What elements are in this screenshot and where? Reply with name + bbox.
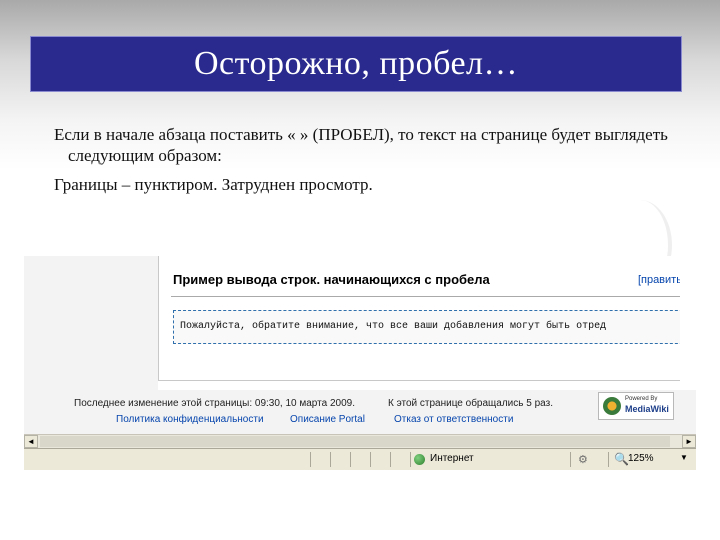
wiki-sidebar-area (24, 256, 158, 390)
browser-status-bar: Интернет ⚙ 🔍 125% ▼ (24, 448, 696, 470)
status-separator (608, 452, 609, 467)
status-separator (410, 452, 411, 467)
preformatted-text: Пожалуйста, обратите внимание, что все в… (180, 321, 607, 332)
badge-mediawiki: MediaWiki (625, 404, 669, 414)
preformatted-box: Пожалуйста, обратите внимание, что все в… (173, 310, 696, 344)
paragraph-borders-note: Границы – пунктиром. Затруднен просмотр. (54, 175, 373, 194)
status-separator (570, 452, 571, 467)
slide-title-bar: Осторожно, пробел… (30, 36, 682, 92)
footer-view-count: К этой странице обращались 5 раз. (388, 398, 553, 409)
horizontal-scrollbar[interactable]: ◄ ► (24, 434, 696, 448)
wiki-content: Пример вывода строк. начинающихся с проб… (158, 256, 696, 381)
zoom-icon[interactable]: 🔍 (614, 452, 629, 466)
status-separator (390, 452, 391, 467)
heading-divider (171, 296, 687, 297)
zoom-dropdown-icon[interactable]: ▼ (680, 453, 688, 462)
protected-mode-icon[interactable]: ⚙ (578, 453, 588, 466)
slide-body: Если в начале абзаца поставить « » (ПРОБ… (54, 124, 694, 195)
status-separator (370, 452, 371, 467)
security-zone-label: Интернет (430, 453, 474, 464)
browser-screenshot: Пример вывода строк. начинающихся с проб… (24, 256, 696, 470)
status-separator (310, 452, 311, 467)
scroll-right-arrow-icon[interactable]: ► (682, 435, 696, 448)
footer-disclaimer-link[interactable]: Отказ от ответственности (394, 414, 513, 425)
internet-globe-icon (414, 454, 425, 465)
edit-section-link[interactable]: [править] (638, 274, 685, 286)
footer-last-modified: Последнее изменение этой страницы: 09:30… (74, 398, 355, 409)
footer-about-link[interactable]: Описание Portal (290, 414, 365, 425)
badge-powered-by: Powered By (625, 396, 658, 402)
status-separator (350, 452, 351, 467)
zoom-level[interactable]: 125% (628, 453, 654, 464)
section-heading: Пример вывода строк. начинающихся с проб… (173, 272, 490, 287)
paragraph-space-warning: Если в начале абзаца поставить « » (ПРОБ… (54, 125, 668, 165)
status-separator (330, 452, 331, 467)
wiki-footer (24, 390, 696, 434)
mediawiki-badge[interactable]: Powered By MediaWiki (598, 392, 674, 420)
scrollbar-thumb[interactable] (40, 436, 670, 447)
footer-privacy-link[interactable]: Политика конфиденциальности (116, 414, 264, 425)
mediawiki-flower-icon (603, 397, 621, 415)
slide-title: Осторожно, пробел… (194, 45, 518, 82)
scroll-left-arrow-icon[interactable]: ◄ (24, 435, 38, 448)
